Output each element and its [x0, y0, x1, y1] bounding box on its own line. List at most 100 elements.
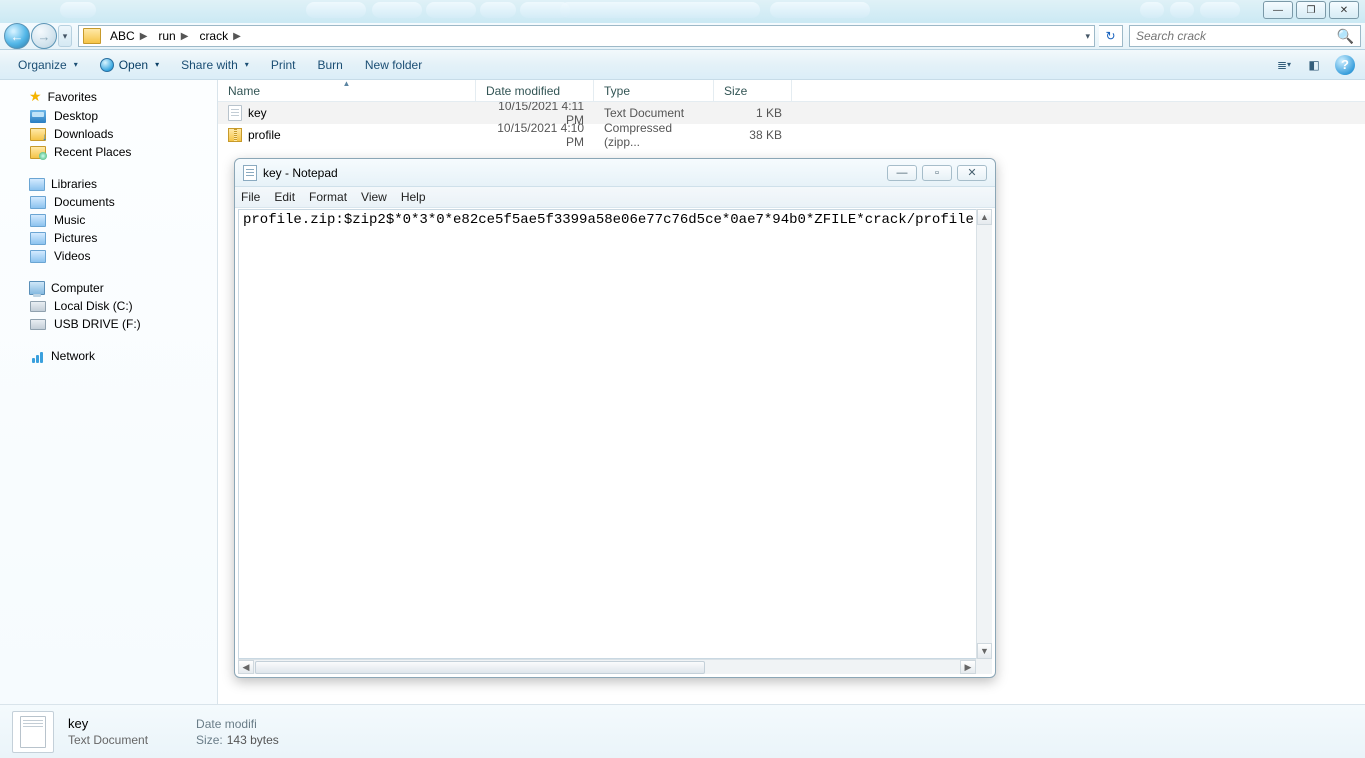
search-input[interactable] [1136, 29, 1337, 43]
share-with-button[interactable]: Share with▾ [173, 55, 257, 75]
notepad-menu-file[interactable]: File [241, 190, 260, 204]
open-icon [100, 58, 114, 72]
notepad-window[interactable]: key - Notepad — ▫ ✕ File Edit Format Vie… [234, 158, 996, 678]
music-icon [30, 214, 46, 227]
details-file-name: key [68, 716, 148, 731]
os-close-button[interactable]: ✕ [1329, 1, 1359, 19]
os-titlebar: — ❐ ✕ [0, 0, 1365, 23]
preview-pane-button[interactable]: ◧ [1305, 57, 1323, 73]
nav-history-dropdown[interactable]: ▾ [58, 25, 72, 47]
explorer-nav: ← → ▾ ABC▶ run▶ crack▶ ▾ ↻ 🔍 [0, 23, 1365, 50]
text-file-icon [228, 105, 242, 121]
videos-icon [30, 250, 46, 263]
folder-icon [83, 28, 101, 44]
file-list-pane: Name▲ Date modified Type Size key 10/15/… [218, 80, 1365, 704]
sidebar-item-videos[interactable]: Videos [0, 247, 217, 265]
notepad-menu-format[interactable]: Format [309, 190, 347, 204]
column-header-type[interactable]: Type [594, 80, 714, 101]
details-size-value: 143 bytes [227, 733, 279, 747]
details-date-label: Date modifi [196, 717, 257, 731]
computer-icon [29, 281, 45, 295]
file-name: profile [248, 128, 281, 142]
details-pane: key Text Document Date modifi Size: 143 b… [0, 704, 1365, 758]
breadcrumb[interactable]: run▶ [155, 29, 196, 43]
notepad-menu-view[interactable]: View [361, 190, 387, 204]
file-type: Compressed (zipp... [594, 121, 714, 149]
burn-button[interactable]: Burn [310, 55, 351, 75]
file-size: 1 KB [714, 106, 792, 120]
text-file-icon [20, 716, 46, 748]
column-header-name[interactable]: Name▲ [218, 80, 476, 101]
file-name: key [248, 106, 267, 120]
refresh-icon: ↻ [1105, 29, 1115, 43]
zip-file-icon [228, 128, 242, 142]
sidebar-item-downloads[interactable]: Downloads [0, 125, 217, 143]
navigation-sidebar: ★Favorites Desktop Downloads Recent Plac… [0, 80, 218, 704]
refresh-button[interactable]: ↻ [1099, 25, 1123, 47]
notepad-menu-help[interactable]: Help [401, 190, 426, 204]
downloads-icon [30, 128, 46, 141]
details-thumbnail [12, 711, 54, 753]
new-folder-button[interactable]: New folder [357, 55, 430, 75]
notepad-maximize-button[interactable]: ▫ [922, 165, 952, 181]
sidebar-item-music[interactable]: Music [0, 211, 217, 229]
file-row[interactable]: profile 10/15/2021 4:10 PM Compressed (z… [218, 124, 1365, 146]
breadcrumb[interactable]: ABC▶ [107, 29, 155, 43]
explorer-toolbar: Organize▾ Open▾ Share with▾ Print Burn N… [0, 50, 1365, 80]
file-size: 38 KB [714, 128, 792, 142]
open-button[interactable]: Open▾ [92, 55, 167, 75]
print-button[interactable]: Print [263, 55, 304, 75]
scrollbar-thumb[interactable] [255, 661, 705, 674]
notepad-menu-edit[interactable]: Edit [274, 190, 295, 204]
os-minimize-button[interactable]: — [1263, 1, 1293, 19]
star-icon: ★ [29, 88, 42, 105]
search-icon: 🔍 [1337, 28, 1354, 45]
column-header-date[interactable]: Date modified [476, 80, 594, 101]
file-date: 10/15/2021 4:10 PM [476, 121, 594, 149]
sidebar-item-local-disk-c[interactable]: Local Disk (C:) [0, 297, 217, 315]
column-headers: Name▲ Date modified Type Size [218, 80, 1365, 102]
sidebar-item-pictures[interactable]: Pictures [0, 229, 217, 247]
recent-places-icon [30, 146, 46, 159]
nav-back-button[interactable]: ← [4, 23, 30, 49]
notepad-text-area[interactable]: profile.zip:$zip2$*0*3*0*e82ce5f5ae5f339… [238, 209, 992, 659]
notepad-vscrollbar[interactable]: ▲▼ [976, 209, 992, 659]
drive-icon [30, 301, 46, 312]
notepad-close-button[interactable]: ✕ [957, 165, 987, 181]
desktop-icon [30, 110, 46, 123]
notepad-menubar: File Edit Format View Help [235, 187, 995, 208]
pictures-icon [30, 232, 46, 245]
sidebar-section-libraries[interactable]: Libraries [0, 175, 217, 193]
details-file-type: Text Document [68, 733, 148, 747]
sidebar-section-computer[interactable]: Computer [0, 279, 217, 297]
details-size-label: Size: [196, 733, 223, 747]
organize-button[interactable]: Organize▾ [10, 55, 86, 75]
search-box[interactable]: 🔍 [1129, 25, 1361, 47]
help-button[interactable]: ? [1335, 55, 1355, 75]
address-bar[interactable]: ABC▶ run▶ crack▶ ▾ [78, 25, 1095, 47]
file-type: Text Document [594, 106, 714, 120]
libraries-icon [29, 178, 45, 191]
sidebar-section-favorites[interactable]: ★Favorites [0, 86, 217, 107]
sidebar-item-documents[interactable]: Documents [0, 193, 217, 211]
sidebar-item-usb-drive-f[interactable]: USB DRIVE (F:) [0, 315, 217, 333]
sidebar-section-network[interactable]: Network [0, 347, 217, 365]
sidebar-item-desktop[interactable]: Desktop [0, 107, 217, 125]
notepad-minimize-button[interactable]: — [887, 165, 917, 181]
documents-icon [30, 196, 46, 209]
file-row[interactable]: key 10/15/2021 4:11 PM Text Document 1 K… [218, 102, 1365, 124]
usb-drive-icon [30, 319, 46, 330]
os-maximize-button[interactable]: ❐ [1296, 1, 1326, 19]
nav-forward-button[interactable]: → [31, 23, 57, 49]
address-dropdown-icon[interactable]: ▾ [1085, 31, 1090, 42]
column-header-size[interactable]: Size [714, 80, 792, 101]
sort-ascending-icon: ▲ [343, 79, 351, 88]
notepad-hscrollbar[interactable]: ◀▶ [238, 659, 976, 674]
notepad-resize-grip[interactable] [976, 659, 992, 674]
notepad-title: key - Notepad [263, 166, 338, 180]
sidebar-item-recent-places[interactable]: Recent Places [0, 143, 217, 161]
notepad-titlebar[interactable]: key - Notepad — ▫ ✕ [235, 159, 995, 187]
view-options-button[interactable]: ≣ ▾ [1275, 57, 1293, 73]
breadcrumb[interactable]: crack▶ [196, 29, 248, 43]
notepad-icon [243, 165, 257, 181]
